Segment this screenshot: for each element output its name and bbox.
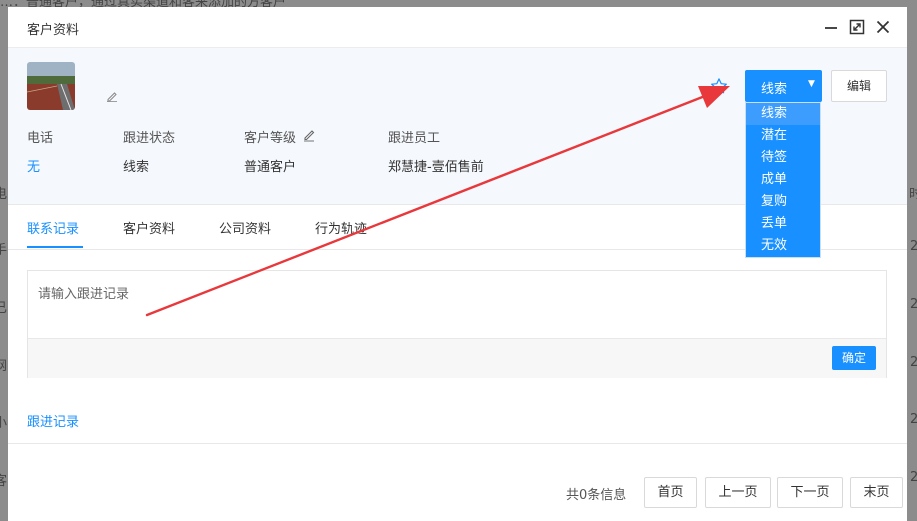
confirm-button[interactable]: 确定 xyxy=(832,346,876,370)
tab-customer-info[interactable]: 客户资料 xyxy=(123,218,175,237)
close-icon[interactable] xyxy=(875,19,891,35)
favorite-star-icon[interactable] xyxy=(710,77,728,99)
customer-profile-modal: 客户资料 线索 ▼ 编辑 电话 跟进状态 客户等级 跟进员工 无 线索 普通客户… xyxy=(8,7,907,521)
avatar xyxy=(27,62,75,110)
follow-status-label: 跟进状态 xyxy=(123,131,176,146)
backdrop-right-fragment: 2 xyxy=(910,412,917,427)
status-option-lost[interactable]: 丢单 xyxy=(746,213,820,235)
edit-level-pencil-icon[interactable] xyxy=(302,128,316,146)
phone-label: 电话 xyxy=(27,131,54,146)
modal-titlebar: 客户资料 xyxy=(8,7,907,48)
follow-employee-value: 郑慧捷-壹佰售前 xyxy=(388,160,484,175)
status-option-repurchase[interactable]: 复购 xyxy=(746,191,820,213)
edit-name-pencil-icon[interactable] xyxy=(106,90,118,106)
edit-button[interactable]: 编辑 xyxy=(831,70,887,102)
backdrop-right-fragment: 2 xyxy=(910,470,917,485)
status-option-invalid[interactable]: 无效 xyxy=(746,235,820,257)
follow-employee-label: 跟进员工 xyxy=(388,131,441,146)
customer-level-label: 客户等级 xyxy=(244,131,297,146)
follow-status-dropdown-button[interactable]: 线索 ▼ xyxy=(745,70,822,102)
customer-level-value: 普通客户 xyxy=(244,160,297,175)
total-count-text: 共0条信息 xyxy=(566,488,627,503)
follow-status-dropdown-menu: 线索 潜在 待签 成单 复购 丢单 无效 xyxy=(745,102,821,258)
backdrop-left-fragment: 电 xyxy=(0,187,8,202)
record-editor-footer: 确定 xyxy=(28,338,886,378)
follow-status-value: 线索 xyxy=(123,160,150,175)
backdrop-left-fragment: 客 xyxy=(0,474,8,489)
status-option-potential[interactable]: 潜在 xyxy=(746,125,820,147)
phone-value: 无 xyxy=(27,160,41,175)
tab-behavior-track[interactable]: 行为轨迹 xyxy=(315,218,367,237)
backdrop-left-fragment: 网 xyxy=(0,359,8,374)
next-page-button[interactable]: 下一页 xyxy=(777,477,843,508)
caret-down-icon: ▼ xyxy=(808,79,815,89)
minimize-icon[interactable] xyxy=(823,19,839,35)
backdrop-left-fragment: 小 xyxy=(0,416,8,431)
status-button-label: 线索 xyxy=(761,82,788,97)
backdrop-left-fragment: 手 xyxy=(0,243,8,258)
follow-record-input[interactable] xyxy=(28,271,886,338)
backdrop-left-fragment: 已 xyxy=(0,301,8,316)
backdrop-right-fragment: 时 xyxy=(909,187,917,202)
backdrop-right-fragment: 2 xyxy=(910,239,917,254)
follow-records-link[interactable]: 跟进记录 xyxy=(27,411,79,430)
modal-title: 客户资料 xyxy=(27,23,80,38)
section-divider xyxy=(8,443,907,444)
tab-company-info[interactable]: 公司资料 xyxy=(219,218,271,237)
prev-page-button[interactable]: 上一页 xyxy=(705,477,771,508)
status-option-clue[interactable]: 线索 xyxy=(746,103,820,125)
backdrop-right-fragment: 2 xyxy=(910,355,917,370)
tab-contact-records[interactable]: 联系记录 xyxy=(27,218,79,237)
status-option-pending-sign[interactable]: 待签 xyxy=(746,147,820,169)
first-page-button[interactable]: 首页 xyxy=(644,477,697,508)
status-option-deal[interactable]: 成单 xyxy=(746,169,820,191)
follow-record-editor: 确定 xyxy=(27,270,887,378)
maximize-icon[interactable] xyxy=(849,19,865,35)
backdrop-right-fragment: 2 xyxy=(910,297,917,312)
last-page-button[interactable]: 末页 xyxy=(850,477,903,508)
active-tab-underline xyxy=(27,246,83,248)
